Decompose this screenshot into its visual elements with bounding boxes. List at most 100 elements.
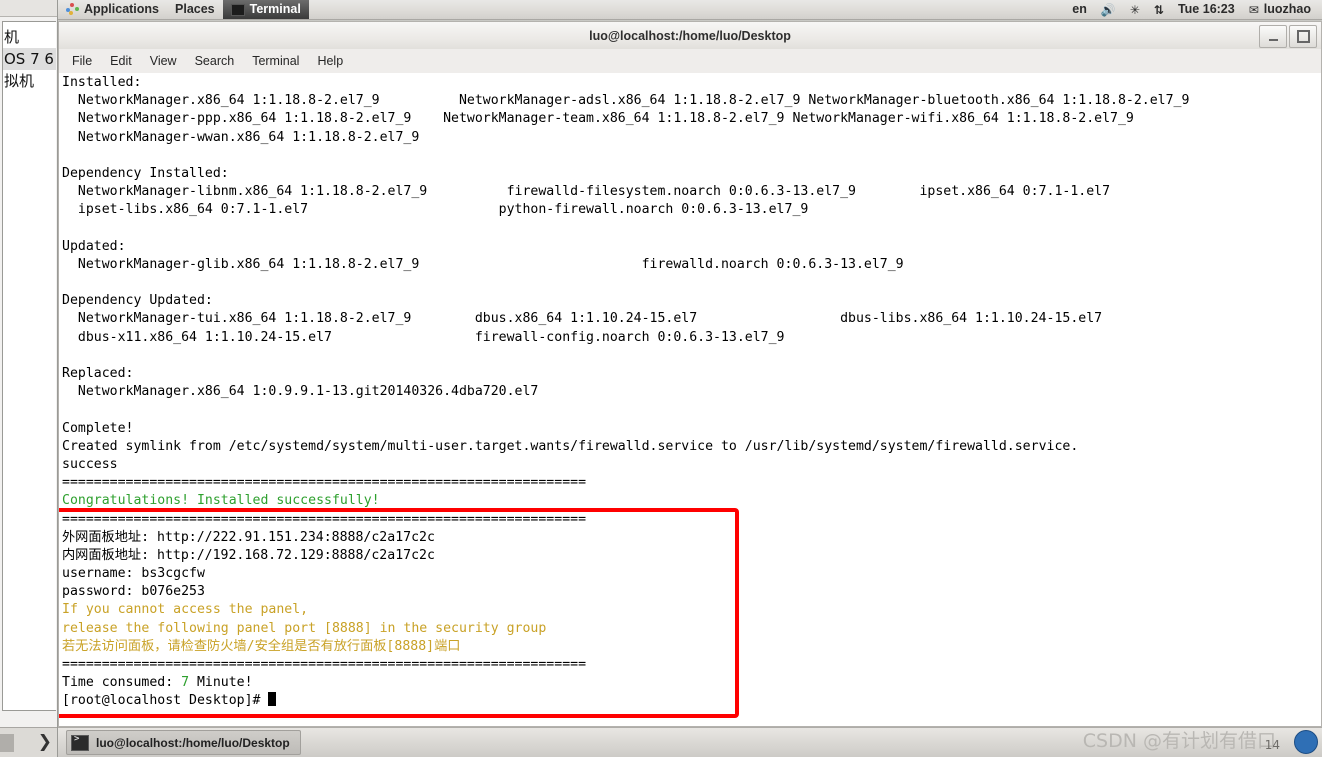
- terminal-span: password: b076e253: [62, 584, 205, 600]
- menu-edit[interactable]: Edit: [101, 52, 141, 70]
- vm-list-item-0[interactable]: 机: [3, 26, 56, 48]
- applications-icon: [66, 3, 79, 16]
- terminal-span: ========================================…: [62, 511, 587, 527]
- vm-footer-swatch: [0, 734, 14, 752]
- applications-menu[interactable]: Applications: [58, 0, 167, 19]
- keyboard-layout-indicator[interactable]: en: [1065, 0, 1094, 19]
- terminal-span: NetworkManager-tui.x86_64 1:1.18.8-2.el7…: [62, 311, 1103, 327]
- terminal-span: ========================================…: [62, 475, 587, 491]
- terminal-span: Congratulations! Installed successfully!: [62, 493, 380, 509]
- window-list-item-terminal[interactable]: Terminal: [222, 0, 309, 19]
- taskbar-window-label: luo@localhost:/home/luo/Desktop: [96, 735, 290, 750]
- menu-terminal[interactable]: Terminal: [243, 52, 308, 70]
- network-icon[interactable]: ⇅: [1147, 0, 1171, 19]
- terminal-line: NetworkManager-ppp.x86_64 1:1.18.8-2.el7…: [62, 110, 1189, 128]
- terminal-span: 内网面板地址: http://192.168.72.129:8888/c2a17…: [62, 547, 435, 563]
- terminal-icon: [230, 3, 245, 16]
- terminal-line: Installed:: [62, 74, 1189, 92]
- terminal-line: NetworkManager-tui.x86_64 1:1.18.8-2.el7…: [62, 310, 1189, 328]
- terminal-span: NetworkManager.x86_64 1:0.9.9.1-13.git20…: [62, 384, 539, 400]
- terminal-span: Minute!: [189, 675, 253, 691]
- terminal-span: dbus-x11.x86_64 1:1.10.24-15.el7 firewal…: [62, 329, 785, 345]
- terminal-span: NetworkManager.x86_64 1:1.18.8-2.el7_9 N…: [62, 93, 1190, 109]
- terminal-span: 若无法访问面板，请检查防火墙/安全组是否有放行面板[8888]端口: [62, 638, 461, 654]
- terminal-span: If you cannot access the panel,: [62, 602, 309, 618]
- terminal-output-area[interactable]: Installed: NetworkManager.x86_64 1:1.18.…: [58, 73, 1322, 727]
- top-panel-status-area: en 🔊 ✳ ⇅ Tue 16:23 ✉ luozhao: [1065, 0, 1322, 19]
- maximize-icon: [1296, 30, 1310, 43]
- terminal-span: Complete!: [62, 420, 134, 436]
- terminal-span: NetworkManager-libnm.x86_64 1:1.18.8-2.e…: [62, 184, 1111, 200]
- terminal-line: Time consumed: 7 Minute!: [62, 674, 1189, 692]
- maximize-button[interactable]: [1289, 25, 1317, 48]
- menubar: File Edit View Search Terminal Help: [58, 49, 1322, 73]
- vm-library-list[interactable]: 机 OS 7 6 拟机: [2, 21, 56, 711]
- terminal-line: Complete!: [62, 420, 1189, 438]
- terminal-line: Created symlink from /etc/systemd/system…: [62, 438, 1189, 456]
- terminal-line: release the following panel port [8888] …: [62, 620, 1189, 638]
- volume-glyph: 🔊: [1100, 2, 1116, 17]
- window-title: luo@localhost:/home/luo/Desktop: [589, 28, 791, 43]
- terminal-span: release the following panel port [8888] …: [62, 620, 547, 636]
- network-glyph: ⇅: [1153, 2, 1164, 17]
- terminal-line: password: b076e253: [62, 583, 1189, 601]
- menu-help[interactable]: Help: [308, 52, 352, 70]
- tray-indicator-icon[interactable]: [1294, 730, 1318, 754]
- vm-library-sidebar: 机 OS 7 6 拟机 ❯: [0, 0, 58, 757]
- terminal-line: username: bs3cgcfw: [62, 565, 1189, 583]
- terminal-line: NetworkManager.x86_64 1:1.18.8-2.el7_9 N…: [62, 92, 1190, 110]
- terminal-icon: [71, 734, 89, 751]
- user-menu[interactable]: ✉ luozhao: [1242, 0, 1318, 19]
- terminal-line: 外网面板地址: http://222.91.151.234:8888/c2a17…: [62, 529, 1189, 547]
- window-controls: [1259, 25, 1317, 48]
- terminal-line: Updated:: [62, 238, 1189, 256]
- terminal-line: If you cannot access the panel,: [62, 601, 1189, 619]
- watermark: CSDN @有计划有借口: [1082, 730, 1276, 752]
- terminal-line: ========================================…: [62, 656, 1189, 674]
- menu-search[interactable]: Search: [186, 52, 244, 70]
- terminal-text: Installed: NetworkManager.x86_64 1:1.18.…: [62, 74, 1189, 711]
- places-menu-label: Places: [175, 2, 215, 16]
- terminal-line: ========================================…: [62, 474, 1189, 492]
- terminal-span: 外网面板地址: http://222.91.151.234:8888/c2a17…: [62, 529, 435, 545]
- terminal-span: Updated:: [62, 238, 126, 254]
- chevron-right-icon[interactable]: ❯: [38, 732, 52, 752]
- menu-file[interactable]: File: [63, 52, 101, 70]
- terminal-span: Created symlink from /etc/systemd/system…: [62, 438, 1079, 454]
- terminal-line: 内网面板地址: http://192.168.72.129:8888/c2a17…: [62, 547, 1189, 565]
- terminal-line: 若无法访问面板，请检查防火墙/安全组是否有放行面板[8888]端口: [62, 638, 1189, 656]
- terminal-span: username: bs3cgcfw: [62, 566, 205, 582]
- window-list-item-label: Terminal: [249, 2, 301, 16]
- vm-sidebar-footer: ❯: [0, 727, 57, 757]
- minimize-button[interactable]: [1259, 25, 1287, 48]
- vm-list-item-2[interactable]: 拟机: [3, 70, 56, 92]
- terminal-span: ========================================…: [62, 657, 587, 672]
- terminal-span: ipset-libs.x86_64 0:7.1-1.el7 python-fir…: [62, 202, 809, 218]
- user-menu-label: luozhao: [1263, 2, 1311, 16]
- terminal-span: NetworkManager-ppp.x86_64 1:1.18.8-2.el7…: [62, 111, 1134, 127]
- gnome-top-panel: Applications Places Terminal en 🔊 ✳ ⇅ Tu…: [58, 0, 1322, 20]
- terminal-window: luo@localhost:/home/luo/Desktop File Edi…: [58, 21, 1322, 727]
- vm-list-item-1[interactable]: OS 7 6: [3, 48, 56, 70]
- terminal-line: Dependency Updated:: [62, 292, 1189, 310]
- terminal-line: Dependency Installed:: [62, 165, 1189, 183]
- bluetooth-glyph: ✳: [1129, 2, 1140, 17]
- window-titlebar[interactable]: luo@localhost:/home/luo/Desktop: [58, 21, 1322, 49]
- minimize-icon: [1268, 38, 1278, 41]
- menu-view[interactable]: View: [141, 52, 186, 70]
- terminal-line: ========================================…: [62, 511, 1189, 529]
- bluetooth-icon[interactable]: ✳: [1123, 0, 1147, 19]
- terminal-line: NetworkManager-wwan.x86_64 1:1.18.8-2.el…: [62, 129, 1189, 147]
- clock[interactable]: Tue 16:23: [1171, 0, 1242, 19]
- volume-icon[interactable]: 🔊: [1094, 0, 1123, 19]
- taskbar-window-button[interactable]: luo@localhost:/home/luo/Desktop: [66, 730, 301, 755]
- terminal-line: NetworkManager-glib.x86_64 1:1.18.8-2.el…: [62, 256, 1189, 274]
- terminal-line: Congratulations! Installed successfully!: [62, 492, 1189, 510]
- terminal-line: NetworkManager.x86_64 1:0.9.9.1-13.git20…: [62, 383, 1189, 401]
- places-menu[interactable]: Places: [167, 0, 223, 19]
- terminal-line: success: [62, 456, 1189, 474]
- terminal-line: Replaced:: [62, 365, 1189, 383]
- desktop-screen: 机 OS 7 6 拟机 ❯ Applications Places Termin…: [0, 0, 1322, 757]
